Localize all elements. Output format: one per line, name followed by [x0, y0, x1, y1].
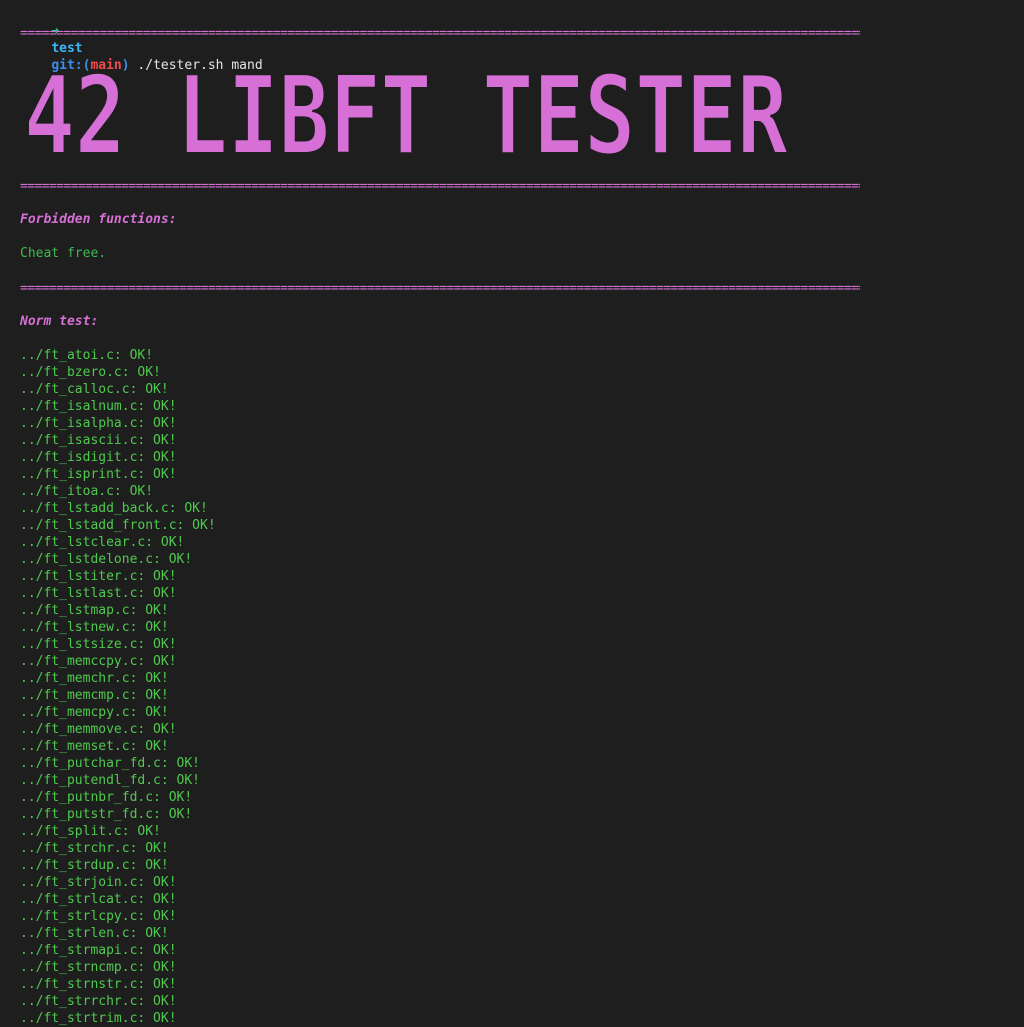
- norm-result-line: ../ft_isalpha.c: OK!: [20, 416, 177, 431]
- separator-norm: ========================================…: [20, 281, 860, 296]
- norm-result-line: ../ft_lstnew.c: OK!: [20, 620, 169, 635]
- prompt-line: ➜ test git:(main) ./tester.sh mand: [20, 6, 262, 73]
- norm-result-line: ../ft_putchar_fd.c: OK!: [20, 756, 201, 771]
- norm-result-line: ../ft_lstlast.c: OK!: [20, 586, 177, 601]
- norm-result-line: ../ft_isprint.c: OK!: [20, 467, 177, 482]
- norm-result-line: ../ft_lstclear.c: OK!: [20, 535, 185, 550]
- norm-result-line: ../ft_strlcpy.c: OK!: [20, 909, 177, 924]
- norm-result-line: ../ft_isascii.c: OK!: [20, 433, 177, 448]
- norm-result-line: ../ft_putstr_fd.c: OK!: [20, 807, 193, 822]
- norm-result-line: ../ft_lstmap.c: OK!: [20, 603, 169, 618]
- norm-result-line: ../ft_memset.c: OK!: [20, 739, 169, 754]
- norm-result-line: ../ft_strlen.c: OK!: [20, 926, 169, 941]
- norm-result-line: ../ft_strtrim.c: OK!: [20, 1011, 177, 1026]
- norm-result-line: ../ft_strchr.c: OK!: [20, 841, 169, 856]
- norm-result-line: ../ft_isdigit.c: OK!: [20, 450, 177, 465]
- norm-result-line: ../ft_lstdelone.c: OK!: [20, 552, 193, 567]
- separator-top: ========================================…: [20, 26, 860, 41]
- norm-result-line: ../ft_strlcat.c: OK!: [20, 892, 177, 907]
- norm-result-line: ../ft_putnbr_fd.c: OK!: [20, 790, 193, 805]
- norm-result-line: ../ft_strncmp.c: OK!: [20, 960, 177, 975]
- banner-text: 42 LIBFT TESTER: [24, 55, 789, 157]
- norm-result-line: ../ft_memcmp.c: OK!: [20, 688, 169, 703]
- norm-result-line: ../ft_bzero.c: OK!: [20, 365, 161, 380]
- norm-result-line: ../ft_lstadd_back.c: OK!: [20, 501, 208, 516]
- banner-logo: 42 LIBFT TESTER: [23, 55, 790, 157]
- norm-heading: Norm test:: [20, 314, 99, 329]
- norm-result-line: ../ft_putendl_fd.c: OK!: [20, 773, 201, 788]
- forbidden-result: Cheat free.: [20, 246, 107, 261]
- norm-result-line: ../ft_memchr.c: OK!: [20, 671, 169, 686]
- terminal-window[interactable]: ➜ test git:(main) ./tester.sh mand =====…: [0, 0, 1024, 1026]
- norm-result-line: ../ft_calloc.c: OK!: [20, 382, 169, 397]
- forbidden-heading: Forbidden functions:: [20, 212, 177, 227]
- norm-result-line: ../ft_strrchr.c: OK!: [20, 994, 177, 1009]
- norm-result-line: ../ft_strdup.c: OK!: [20, 858, 169, 873]
- norm-result-line: ../ft_isalnum.c: OK!: [20, 399, 177, 414]
- norm-result-line: ../ft_atoi.c: OK!: [20, 348, 154, 363]
- norm-result-line: ../ft_lstadd_front.c: OK!: [20, 518, 216, 533]
- norm-result-line: ../ft_memmove.c: OK!: [20, 722, 177, 737]
- prompt-directory: test: [51, 41, 83, 56]
- norm-result-line: ../ft_strnstr.c: OK!: [20, 977, 177, 992]
- norm-result-line: ../ft_memcpy.c: OK!: [20, 705, 169, 720]
- norm-result-line: ../ft_lstiter.c: OK!: [20, 569, 177, 584]
- norm-result-line: ../ft_itoa.c: OK!: [20, 484, 154, 499]
- separator-banner: ========================================…: [20, 179, 860, 194]
- norm-result-line: ../ft_split.c: OK!: [20, 824, 161, 839]
- norm-result-line: ../ft_strjoin.c: OK!: [20, 875, 177, 890]
- norm-result-line: ../ft_strmapi.c: OK!: [20, 943, 177, 958]
- norm-result-line: ../ft_memccpy.c: OK!: [20, 654, 177, 669]
- norm-result-line: ../ft_lstsize.c: OK!: [20, 637, 177, 652]
